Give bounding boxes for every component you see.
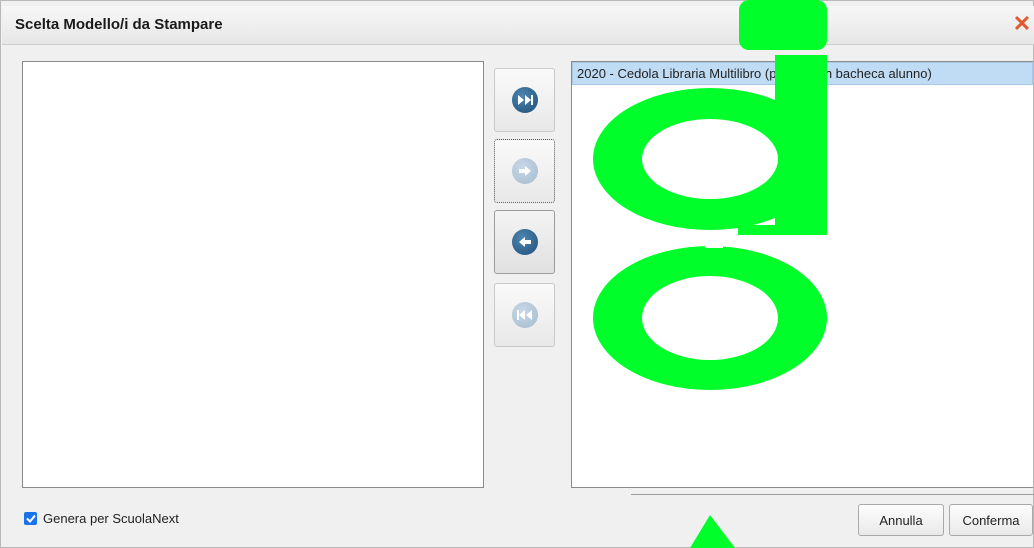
close-icon[interactable]: ✕ [1011,13,1033,35]
scuolanext-checkbox[interactable] [24,512,37,525]
available-models-list[interactable] [22,61,484,488]
selected-models-list[interactable]: 2020 - Cedola Libraria Multilibro (per i… [571,61,1033,488]
move-left-icon [511,229,538,255]
move-all-right-icon [511,87,538,113]
move-left-button[interactable] [494,210,555,274]
print-model-dialog: Scelta Modello/i da Stampare ✕ 2020 - Ce… [0,0,1034,548]
move-right-icon [511,158,538,184]
footer-divider [631,494,1034,495]
cancel-button[interactable]: Annulla [858,504,944,536]
move-all-right-button[interactable] [494,68,555,132]
dialog-titlebar: Scelta Modello/i da Stampare ✕ [2,6,1034,45]
move-right-button[interactable] [494,139,555,203]
scuolanext-option: Genera per ScuolaNext [24,511,179,526]
move-all-left-icon [511,302,538,328]
dialog-title: Scelta Modello/i da Stampare [15,16,223,33]
scuolanext-checkbox-label: Genera per ScuolaNext [43,511,179,526]
move-all-left-button[interactable] [494,283,555,347]
confirm-button[interactable]: Conferma [949,504,1033,536]
list-item[interactable]: 2020 - Cedola Libraria Multilibro (per i… [572,62,1033,85]
